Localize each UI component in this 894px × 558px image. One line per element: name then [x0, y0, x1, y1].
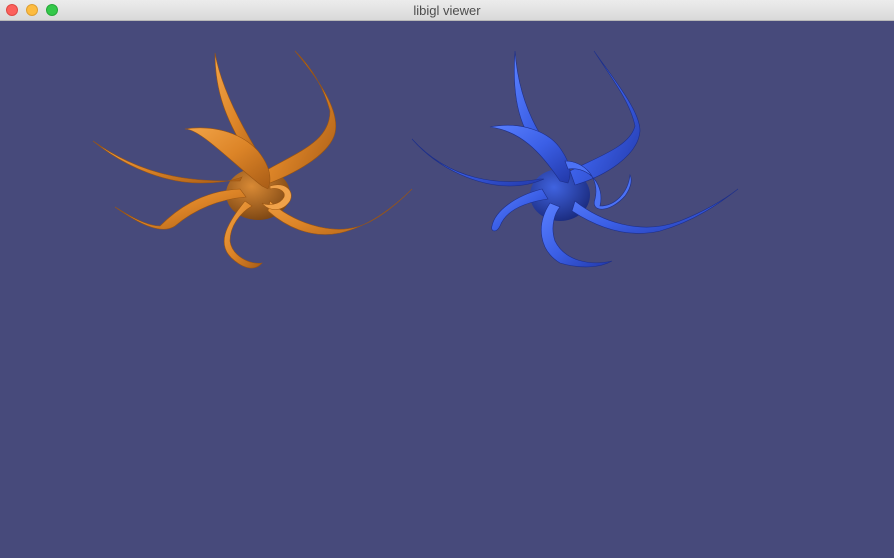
octopus-low-poly-mesh[interactable]: [92, 50, 413, 269]
title-bar[interactable]: libigl viewer: [0, 0, 894, 21]
blue-tentacle-3: [489, 124, 571, 184]
octopus-smooth-mesh[interactable]: [411, 50, 739, 268]
scene-canvas[interactable]: [0, 21, 894, 558]
render-viewport[interactable]: [0, 21, 894, 558]
viewer-window: libigl viewer: [0, 0, 894, 558]
window-title: libigl viewer: [413, 3, 481, 18]
blue-tentacle-4: [411, 138, 545, 187]
orange-tentacle-2: [264, 50, 337, 184]
orange-tentacle-5: [114, 188, 247, 230]
